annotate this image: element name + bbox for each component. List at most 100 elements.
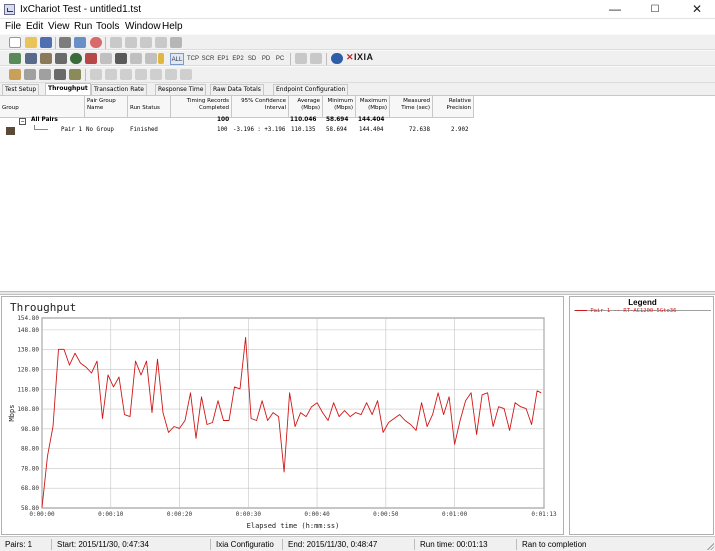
lightbulb-icon[interactable] xyxy=(158,53,164,64)
menu-run[interactable]: Run xyxy=(74,21,92,32)
status-pairs: Pairs: 1 xyxy=(2,539,52,550)
header-confidence-interval[interactable]: 95% Confidence Interval xyxy=(232,96,289,118)
all-pairs-timing-records: 100 xyxy=(217,117,230,123)
collapse-icon[interactable]: − xyxy=(19,118,26,125)
header-maximum[interactable]: Maximum (Mbps) xyxy=(356,96,390,118)
header-run-status[interactable]: Run Status xyxy=(128,96,171,118)
legend-title: Legend xyxy=(628,298,657,307)
replace-icon[interactable] xyxy=(180,69,192,80)
copy-pair-icon[interactable] xyxy=(135,69,147,80)
toolbar-separator xyxy=(55,37,56,49)
pause-icon[interactable] xyxy=(100,53,112,64)
edit-pair-icon[interactable] xyxy=(40,53,52,64)
pair-group-name: No Group xyxy=(86,127,114,133)
menu-file[interactable]: File xyxy=(5,21,21,32)
header-measured-time[interactable]: Measured Time (sec) xyxy=(390,96,433,118)
header-timing-records[interactable]: Timing Records Completed xyxy=(171,96,232,118)
toolbar-separator xyxy=(290,53,291,65)
swap-icon[interactable] xyxy=(120,69,132,80)
move-down-icon[interactable] xyxy=(105,69,117,80)
legend-entry-label: Pair 1 -- RT-AC1200-5Gto36 xyxy=(590,308,677,314)
paste-icon[interactable] xyxy=(140,37,152,48)
delete-icon[interactable] xyxy=(155,37,167,48)
zoom-icon[interactable] xyxy=(24,69,36,80)
network-icon[interactable] xyxy=(55,53,67,64)
menu-help[interactable]: Help xyxy=(162,21,183,32)
header-measured-time-line2: Time (sec) xyxy=(401,104,430,111)
open-folder-icon[interactable] xyxy=(25,37,37,48)
move-up-icon[interactable] xyxy=(90,69,102,80)
header-timing-records-line2: Completed xyxy=(199,104,229,111)
filter-pc[interactable]: PC xyxy=(274,53,286,65)
pair-minimum: 58.694 xyxy=(326,127,347,133)
toolbar-separator xyxy=(105,37,106,49)
menu-edit[interactable]: Edit xyxy=(26,21,43,32)
pair-maximum: 144.404 xyxy=(359,127,384,133)
resize-grip[interactable] xyxy=(705,541,714,550)
toolbar-separator xyxy=(85,69,86,81)
legend-entry[interactable]: Pair 1 -- RT-AC1200-5Gto36 xyxy=(575,308,676,314)
reset-icon[interactable] xyxy=(145,53,157,64)
grid-icon[interactable] xyxy=(54,69,66,80)
all-pairs-minimum: 58.694 xyxy=(326,117,349,123)
filter-scr[interactable]: SCR xyxy=(201,53,215,65)
tab-transaction-rate[interactable]: Transaction Rate xyxy=(91,84,147,95)
tab-raw-data-totals[interactable]: Raw Data Totals xyxy=(210,84,264,95)
y-tick-label: 108.80 xyxy=(17,406,39,413)
add-pair-icon[interactable] xyxy=(9,53,21,64)
header-average[interactable]: Average (Mbps) xyxy=(289,96,323,118)
tab-throughput[interactable]: Throughput xyxy=(45,83,91,95)
chart-title: Throughput xyxy=(10,301,76,314)
maximize-button[interactable]: ☐ xyxy=(640,0,670,19)
export-icon[interactable] xyxy=(74,37,86,48)
status-run-time: Run time: 00:01:13 xyxy=(417,539,517,550)
close-button[interactable]: ✕ xyxy=(682,0,712,19)
pane-splitter[interactable] xyxy=(0,291,715,295)
menu-window[interactable]: Window xyxy=(125,21,161,32)
x-tick-label: 0:00:50 xyxy=(373,511,399,518)
menu-view[interactable]: View xyxy=(48,21,70,32)
filter-sd[interactable]: SD xyxy=(246,53,258,65)
abandon-icon[interactable] xyxy=(85,53,97,64)
properties-icon[interactable] xyxy=(170,37,182,48)
tab-response-time[interactable]: Response Time xyxy=(155,84,207,95)
filter-tcp[interactable]: TCP xyxy=(186,53,200,65)
stop-icon[interactable] xyxy=(90,37,102,48)
header-maximum-line1: Maximum xyxy=(359,98,387,104)
add-multicast-icon[interactable] xyxy=(25,53,37,64)
header-pair-group-name-line2: Name xyxy=(87,104,104,111)
filter-all[interactable]: ALL xyxy=(170,53,184,65)
run-icon[interactable] xyxy=(70,53,82,64)
filter-pd[interactable]: PD xyxy=(260,53,272,65)
header-group[interactable]: Group xyxy=(0,96,85,118)
save-icon[interactable] xyxy=(40,37,52,48)
header-minimum[interactable]: Minimum (Mbps) xyxy=(323,96,356,118)
pair-average: 110.135 xyxy=(291,127,316,133)
filter-icon[interactable] xyxy=(310,53,322,64)
new-file-icon[interactable] xyxy=(9,37,21,48)
minimize-button[interactable]: — xyxy=(600,0,630,19)
options-icon[interactable] xyxy=(295,53,307,64)
header-relative-precision[interactable]: Relative Precision xyxy=(433,96,474,118)
sort-icon[interactable] xyxy=(39,69,51,80)
copy-icon[interactable] xyxy=(125,37,137,48)
filter-ep1[interactable]: EP1 xyxy=(216,53,230,65)
tab-endpoint-configuration[interactable]: Endpoint Configuration xyxy=(273,84,349,95)
x-tick-label: 0:01:13 xyxy=(531,511,557,518)
graph-icon[interactable] xyxy=(9,69,21,80)
edit-script-icon[interactable] xyxy=(165,69,177,80)
header-minimum-line2: (Mbps) xyxy=(334,104,353,111)
hand-icon[interactable] xyxy=(115,53,127,64)
y-axis-label: Mbps xyxy=(8,405,16,422)
menu-tools[interactable]: Tools xyxy=(96,21,119,32)
remove-pair-icon[interactable] xyxy=(150,69,162,80)
ixia-logo: ✕IXIA xyxy=(346,52,374,62)
paint-icon[interactable] xyxy=(69,69,81,80)
tab-test-setup[interactable]: Test Setup xyxy=(2,84,40,95)
print-icon[interactable] xyxy=(59,37,71,48)
header-pair-group-name[interactable]: Pair Group Name xyxy=(85,96,128,118)
filter-ep2[interactable]: EP2 xyxy=(231,53,245,65)
cut-icon[interactable] xyxy=(110,37,122,48)
info-icon[interactable] xyxy=(331,53,343,64)
resume-icon[interactable] xyxy=(130,53,142,64)
